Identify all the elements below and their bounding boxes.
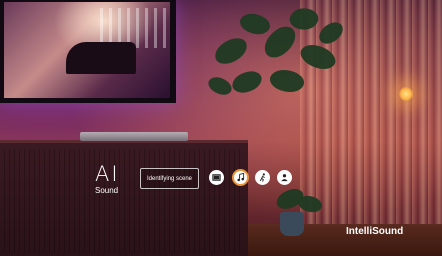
voice-icon bbox=[281, 174, 288, 182]
lamp-glow bbox=[398, 86, 414, 102]
ai-title: AI bbox=[95, 162, 120, 186]
brand-logo-text: IntelliSound bbox=[346, 226, 404, 237]
background-scene bbox=[0, 0, 442, 256]
scene-status-chip: Identifying scene bbox=[140, 168, 199, 189]
soundbar bbox=[80, 132, 188, 141]
cabinet-panel bbox=[124, 149, 180, 253]
tv-screen bbox=[4, 2, 170, 98]
movie-icon bbox=[212, 174, 221, 181]
floor bbox=[248, 224, 442, 256]
mode-movie[interactable] bbox=[209, 170, 224, 185]
plant-pot bbox=[280, 212, 304, 236]
scene-status-label: Identifying scene bbox=[146, 175, 193, 182]
mode-music[interactable] bbox=[232, 169, 249, 186]
music-note-icon bbox=[237, 173, 245, 182]
audio-waveform bbox=[207, 114, 408, 152]
ai-subtitle: Sound bbox=[95, 186, 119, 195]
sports-icon bbox=[259, 173, 265, 182]
cabinet-panel bbox=[4, 149, 60, 253]
cabinet-panel bbox=[184, 149, 240, 253]
mode-sports[interactable] bbox=[255, 170, 270, 185]
mode-voice[interactable] bbox=[277, 170, 292, 185]
tv-cabinet bbox=[0, 140, 248, 256]
television bbox=[0, 0, 176, 103]
tv-scene-piano bbox=[66, 42, 136, 74]
